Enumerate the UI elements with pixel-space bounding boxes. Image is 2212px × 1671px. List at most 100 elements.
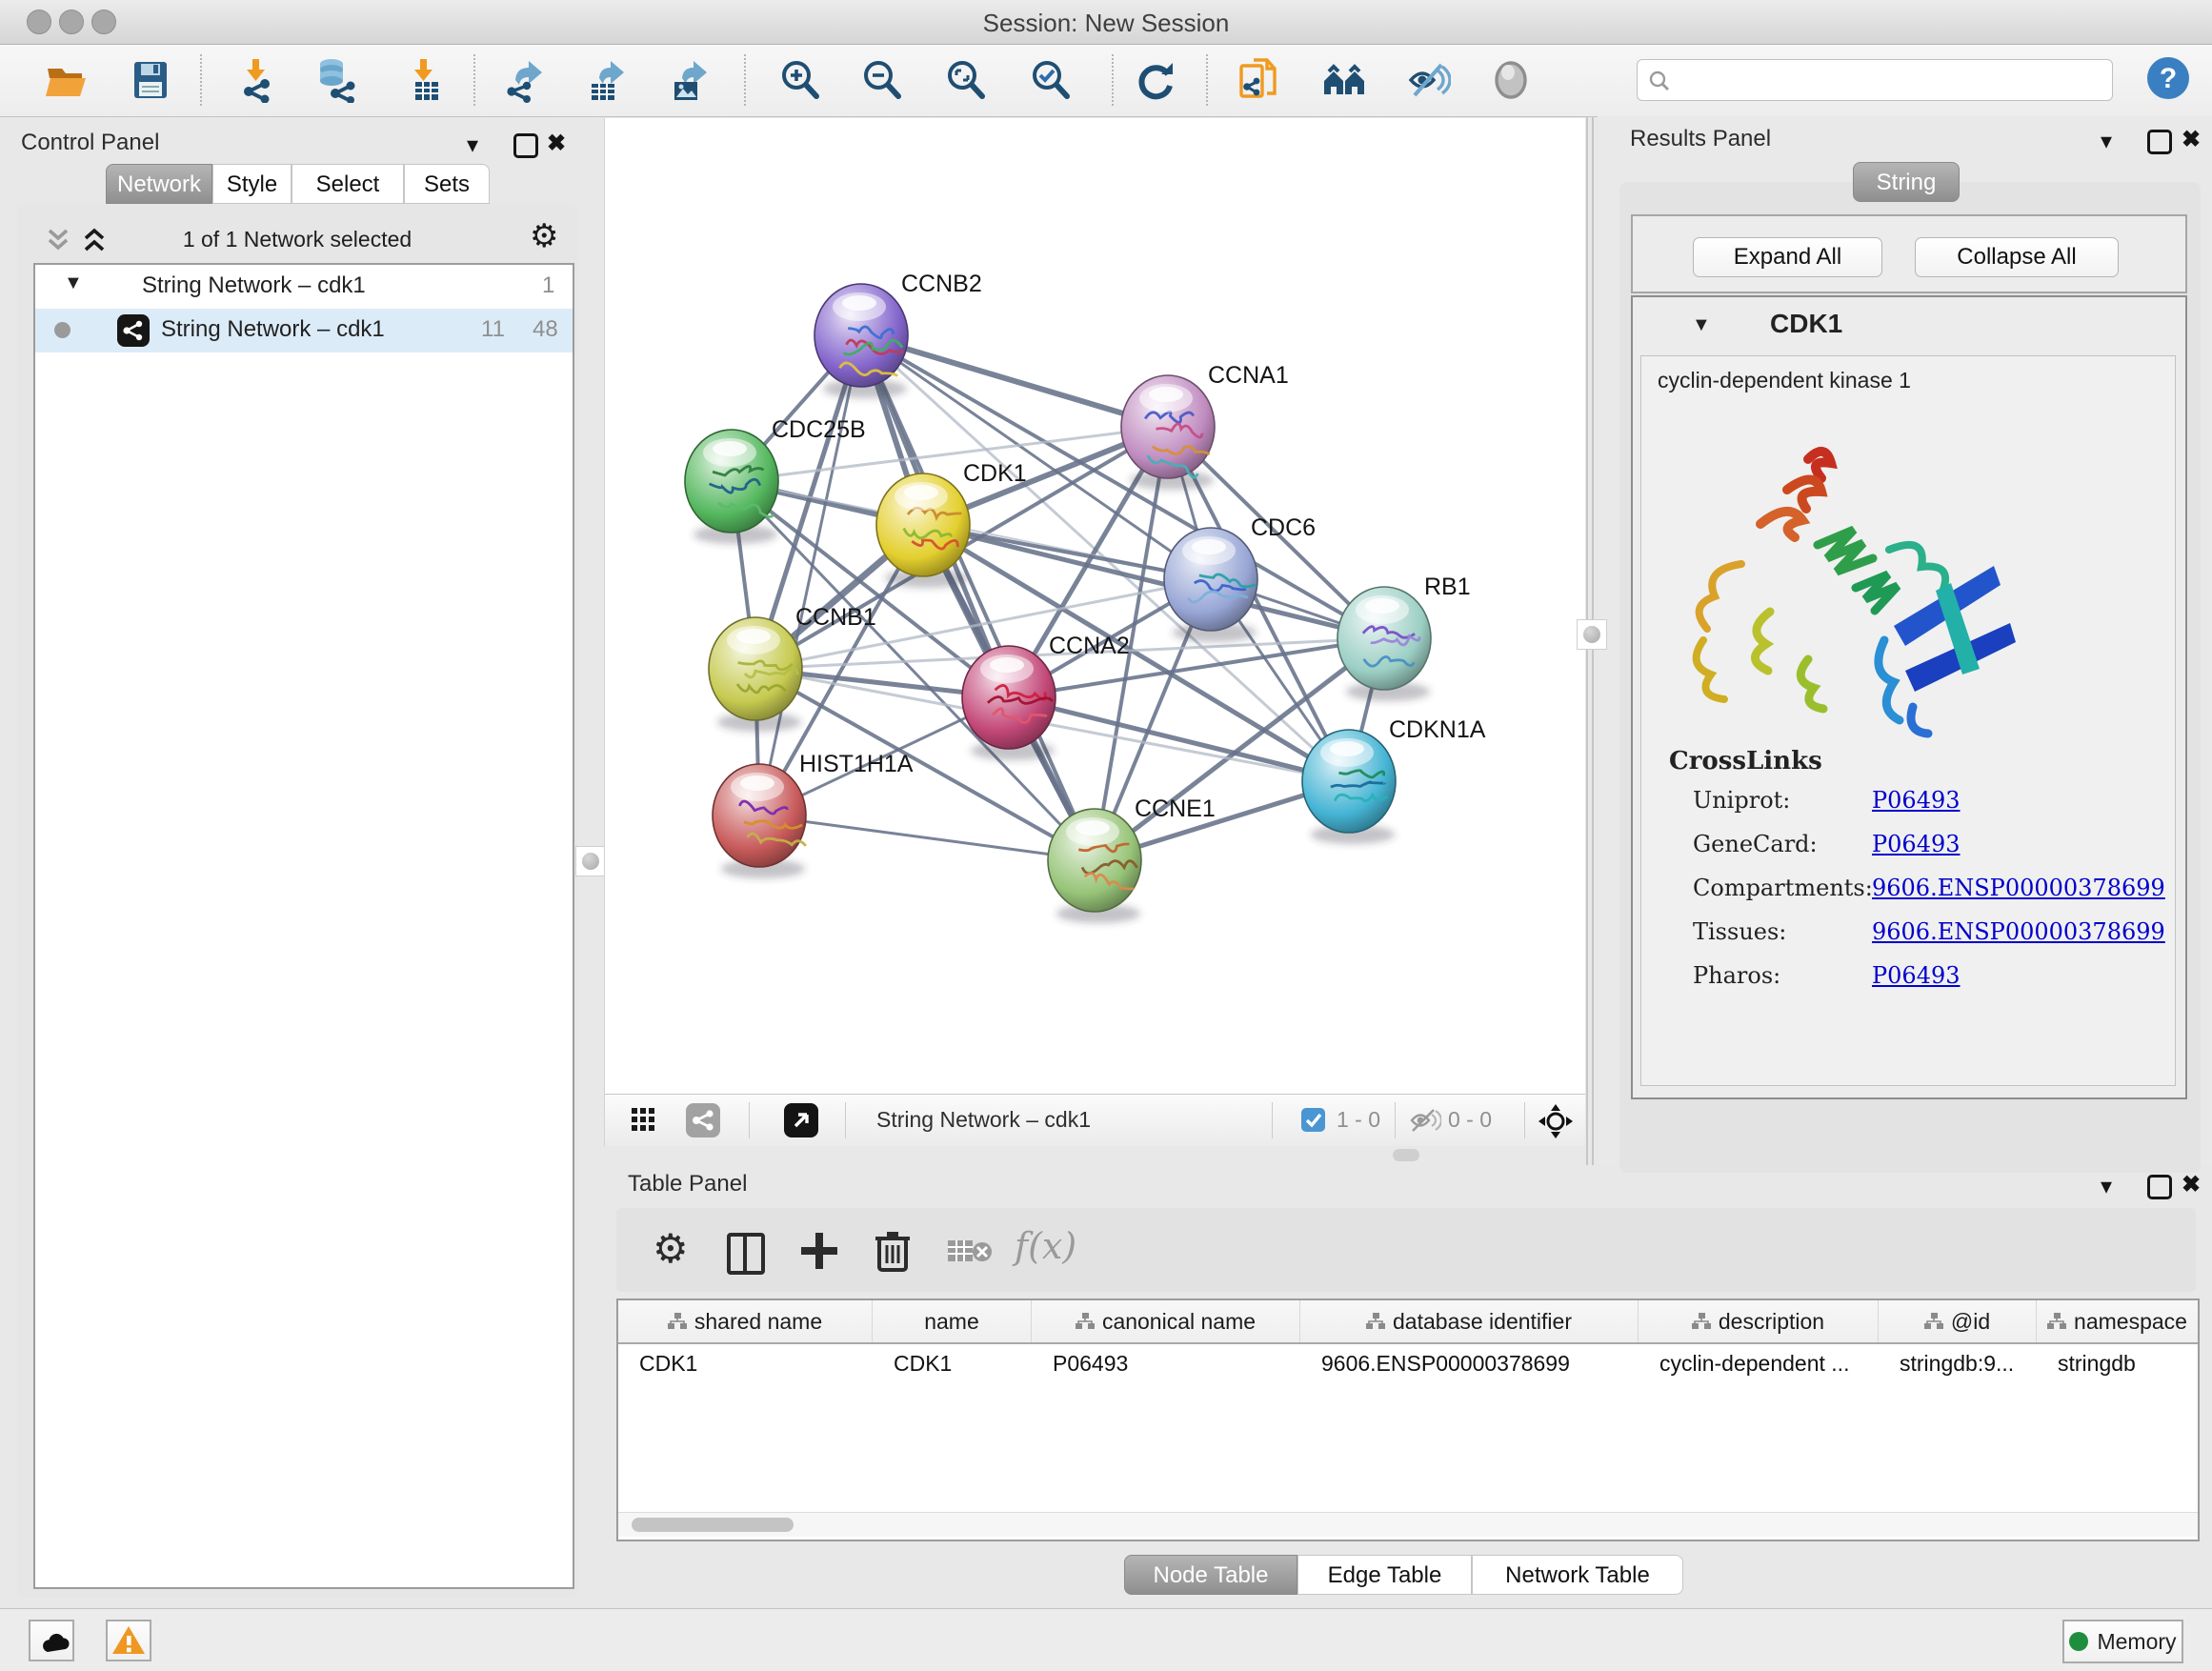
network-node-ccna1[interactable]: CCNA1 xyxy=(1121,362,1289,490)
network-row[interactable]: String Network – cdk1 11 48 xyxy=(35,309,573,352)
open-in-window-icon[interactable] xyxy=(784,1103,818,1137)
expand-all-button[interactable]: Expand All xyxy=(1693,237,1882,277)
add-column-icon[interactable] xyxy=(799,1231,839,1271)
section-collapse-icon[interactable]: ▼ xyxy=(1692,314,1711,336)
import-table-icon[interactable] xyxy=(403,57,449,103)
svg-text:CCNB2: CCNB2 xyxy=(901,271,982,297)
network-node-rb1[interactable]: RB1 xyxy=(1337,574,1471,701)
import-database-icon[interactable] xyxy=(314,57,360,103)
current-network-title: String Network – cdk1 xyxy=(876,1107,1091,1133)
column-header-name[interactable]: name xyxy=(873,1300,1032,1342)
svg-text:CDKN1A: CDKN1A xyxy=(1389,716,1486,743)
cloud-button[interactable] xyxy=(29,1620,74,1661)
function-builder-icon[interactable]: f(x) xyxy=(1015,1225,1076,1267)
results-float-icon[interactable] xyxy=(2147,130,2172,154)
network-options-gear-icon[interactable]: ⚙ xyxy=(530,217,558,255)
network-node-hist1h1a[interactable]: HIST1H1A xyxy=(713,751,914,878)
birds-eye-grid-icon[interactable] xyxy=(632,1108,656,1133)
network-node-ccna2[interactable]: CCNA2 xyxy=(962,633,1130,760)
network-collection-row[interactable]: ▼ String Network – cdk1 1 xyxy=(35,265,573,309)
column-header-namespace[interactable]: namespace xyxy=(2037,1300,2198,1342)
network-overview-icon[interactable] xyxy=(686,1103,720,1137)
table-float-icon[interactable] xyxy=(2147,1175,2172,1199)
tab-string-results[interactable]: String xyxy=(1853,162,1960,202)
open-session-icon[interactable] xyxy=(44,57,90,103)
zoom-in-icon[interactable] xyxy=(777,57,823,103)
cell-shared-name[interactable]: CDK1 xyxy=(618,1344,873,1382)
memory-button[interactable]: Memory xyxy=(2062,1620,2183,1663)
table-settings-gear-icon[interactable]: ⚙ xyxy=(653,1225,689,1272)
warnings-button[interactable] xyxy=(106,1620,151,1661)
delete-table-icon[interactable] xyxy=(948,1237,992,1267)
crosslink-compartments-link[interactable]: 9606.ENSP00000378699 xyxy=(1872,875,2165,901)
zoom-out-icon[interactable] xyxy=(859,57,905,103)
network-graph[interactable]: CCNB2CCNA1CDC25BCDK1CDC6RB1CCNB1CCNA2CDK… xyxy=(605,118,1585,1094)
table-close-icon[interactable]: ✖ xyxy=(2182,1171,2201,1198)
cell-description[interactable]: cyclin-dependent ... xyxy=(1639,1344,1879,1382)
share-document-icon[interactable] xyxy=(1237,57,1282,103)
hidden-count: 0 - 0 xyxy=(1448,1107,1492,1133)
selected-checkbox-icon[interactable] xyxy=(1301,1108,1325,1132)
show-results-icon[interactable] xyxy=(1488,57,1534,103)
help-icon[interactable]: ? xyxy=(2145,55,2191,101)
crosslink-tissues-link[interactable]: 9606.ENSP00000378699 xyxy=(1872,918,2165,945)
panel-close-icon[interactable]: ✖ xyxy=(547,130,566,157)
cell-id[interactable]: stringdb:9... xyxy=(1879,1344,2037,1382)
export-image-icon[interactable] xyxy=(667,57,713,103)
delete-column-icon[interactable] xyxy=(874,1229,912,1273)
column-header-shared-name[interactable]: shared name xyxy=(618,1300,873,1342)
import-network-icon[interactable] xyxy=(235,57,281,103)
panel-menu-icon[interactable]: ▾ xyxy=(467,131,478,159)
tab-edge-table[interactable]: Edge Table xyxy=(1297,1555,1472,1595)
cell-database-identifier[interactable]: 9606.ENSP00000378699 xyxy=(1300,1344,1639,1382)
table-horizontal-scrollbar[interactable] xyxy=(618,1512,2198,1537)
network-node-cdkn1a[interactable]: CDKN1A xyxy=(1302,716,1486,844)
column-header-id[interactable]: @id xyxy=(1879,1300,2037,1342)
left-splitter-handle[interactable] xyxy=(575,846,606,876)
column-header-database-identifier[interactable]: database identifier xyxy=(1300,1300,1639,1342)
hide-results-icon[interactable] xyxy=(1405,57,1451,103)
network-node-ccnb1[interactable]: CCNB1 xyxy=(709,604,876,732)
fit-selected-crosshair-icon[interactable] xyxy=(1537,1102,1575,1140)
refresh-icon[interactable] xyxy=(1133,57,1178,103)
network-node-ccne1[interactable]: CCNE1 xyxy=(1048,795,1216,923)
results-close-icon[interactable]: ✖ xyxy=(2182,126,2201,153)
tab-network-table[interactable]: Network Table xyxy=(1472,1555,1683,1595)
tab-select[interactable]: Select xyxy=(292,164,404,204)
table-menu-icon[interactable]: ▾ xyxy=(2101,1173,2112,1200)
tab-style[interactable]: Style xyxy=(212,164,292,204)
tab-node-table[interactable]: Node Table xyxy=(1124,1555,1297,1595)
column-header-canonical-name[interactable]: canonical name xyxy=(1032,1300,1300,1342)
svg-text:CCNA1: CCNA1 xyxy=(1208,362,1289,389)
export-network-icon[interactable] xyxy=(502,57,548,103)
cell-name[interactable]: CDK1 xyxy=(873,1344,1032,1382)
cell-namespace[interactable]: stringdb xyxy=(2037,1344,2198,1382)
collection-expander-icon[interactable]: ▼ xyxy=(64,272,83,294)
search-field[interactable] xyxy=(1637,59,2113,101)
panel-float-icon[interactable] xyxy=(513,133,538,158)
scrollbar-thumb[interactable] xyxy=(632,1518,794,1532)
export-table-icon[interactable] xyxy=(584,57,630,103)
zoom-selected-icon[interactable] xyxy=(1028,57,1074,103)
crosslink-genecard-link[interactable]: P06493 xyxy=(1872,831,1961,857)
show-columns-icon[interactable] xyxy=(727,1233,765,1275)
string-home-icon[interactable] xyxy=(1321,57,1367,103)
crosslink-pharos-link[interactable]: P06493 xyxy=(1872,962,1961,989)
save-session-icon[interactable] xyxy=(128,57,173,103)
right-splitter-handle[interactable] xyxy=(1577,619,1607,650)
network-node-ccnb2[interactable]: CCNB2 xyxy=(814,271,982,398)
tab-sets[interactable]: Sets xyxy=(404,164,490,204)
tab-network[interactable]: Network xyxy=(106,164,212,204)
results-menu-icon[interactable]: ▾ xyxy=(2101,128,2112,155)
crosslink-uniprot-link[interactable]: P06493 xyxy=(1872,787,1961,814)
table-row[interactable]: CDK1 CDK1 P06493 9606.ENSP00000378699 cy… xyxy=(618,1344,2198,1382)
search-input[interactable] xyxy=(1679,63,2102,95)
horizontal-splitter-handle[interactable] xyxy=(1393,1149,1419,1161)
cell-canonical-name[interactable]: P06493 xyxy=(1032,1344,1300,1382)
column-header-description[interactable]: description xyxy=(1639,1300,1879,1342)
hidden-eye-icon[interactable] xyxy=(1409,1108,1441,1133)
network-canvas[interactable]: CCNB2CCNA1CDC25BCDK1CDC6RB1CCNB1CCNA2CDK… xyxy=(604,118,1585,1094)
collapse-all-button[interactable]: Collapse All xyxy=(1915,237,2119,277)
zoom-fit-icon[interactable] xyxy=(943,57,989,103)
window-title: Session: New Session xyxy=(0,9,2212,38)
